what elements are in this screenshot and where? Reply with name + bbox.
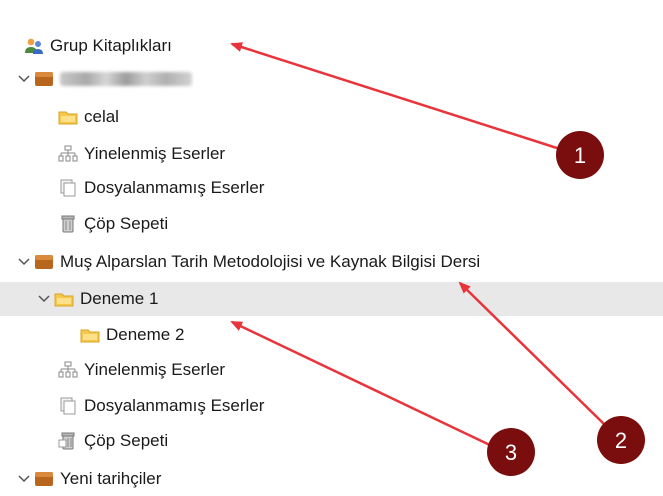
duplicates-hierarchy-icon	[58, 361, 78, 379]
collections-tree: Grup Kitaplıkları celal Yinelenmiş Eserl…	[0, 0, 663, 488]
trash-icon	[58, 215, 78, 233]
unfiled-items-row[interactable]: Dosyalanmamış Eserler	[0, 171, 663, 205]
unfiled-documents-icon	[58, 179, 78, 197]
folder-icon	[58, 108, 78, 126]
collection-label: Deneme 1	[80, 289, 159, 308]
collection-label: celal	[84, 107, 119, 126]
chevron-down-icon[interactable]	[16, 245, 32, 279]
unfiled-items-label: Dosyalanmamış Eserler	[84, 396, 265, 415]
library-row-mus-alparslan[interactable]: Muş Alparslan Tarih Metodolojisi ve Kayn…	[0, 245, 663, 279]
trash-row[interactable]: Çöp Sepeti	[0, 207, 663, 241]
duplicate-items-row[interactable]: Yinelenmiş Eserler	[0, 137, 663, 171]
folder-icon	[54, 290, 74, 308]
chevron-down-icon[interactable]	[16, 462, 32, 496]
library-row-obscured[interactable]	[0, 62, 663, 96]
collection-row-celal[interactable]: celal	[0, 100, 663, 134]
library-icon	[34, 470, 54, 488]
library-label: Muş Alparslan Tarih Metodolojisi ve Kayn…	[60, 252, 481, 271]
group-libraries-label: Grup Kitaplıkları	[50, 36, 172, 55]
subcollection-label: Deneme 2	[106, 325, 185, 344]
chevron-down-icon[interactable]	[36, 282, 52, 316]
group-libraries-header[interactable]: Grup Kitaplıkları	[0, 29, 663, 63]
group-users-icon	[24, 37, 44, 55]
subcollection-row-deneme-2[interactable]: Deneme 2	[0, 318, 663, 352]
library-icon	[34, 253, 54, 271]
trash-full-icon	[58, 432, 78, 450]
unfiled-items-row[interactable]: Dosyalanmamış Eserler	[0, 389, 663, 423]
trash-label: Çöp Sepeti	[84, 214, 169, 233]
duplicate-items-label: Yinelenmiş Eserler	[84, 144, 226, 163]
duplicate-items-row[interactable]: Yinelenmiş Eserler	[0, 353, 663, 387]
collection-row-deneme-1[interactable]: Deneme 1	[0, 282, 663, 316]
duplicate-items-label: Yinelenmiş Eserler	[84, 360, 226, 379]
library-label: Yeni tarihçiler	[60, 469, 162, 488]
unfiled-documents-icon	[58, 397, 78, 415]
duplicates-hierarchy-icon	[58, 145, 78, 163]
trash-label: Çöp Sepeti	[84, 431, 169, 450]
chevron-down-icon[interactable]	[16, 62, 32, 96]
obscured-library-name	[60, 72, 192, 86]
unfiled-items-label: Dosyalanmamış Eserler	[84, 178, 265, 197]
folder-icon	[80, 326, 100, 344]
trash-row[interactable]: Çöp Sepeti	[0, 424, 663, 458]
library-icon	[34, 70, 54, 88]
library-row-yeni-tarihciler[interactable]: Yeni tarihçiler	[0, 462, 663, 496]
